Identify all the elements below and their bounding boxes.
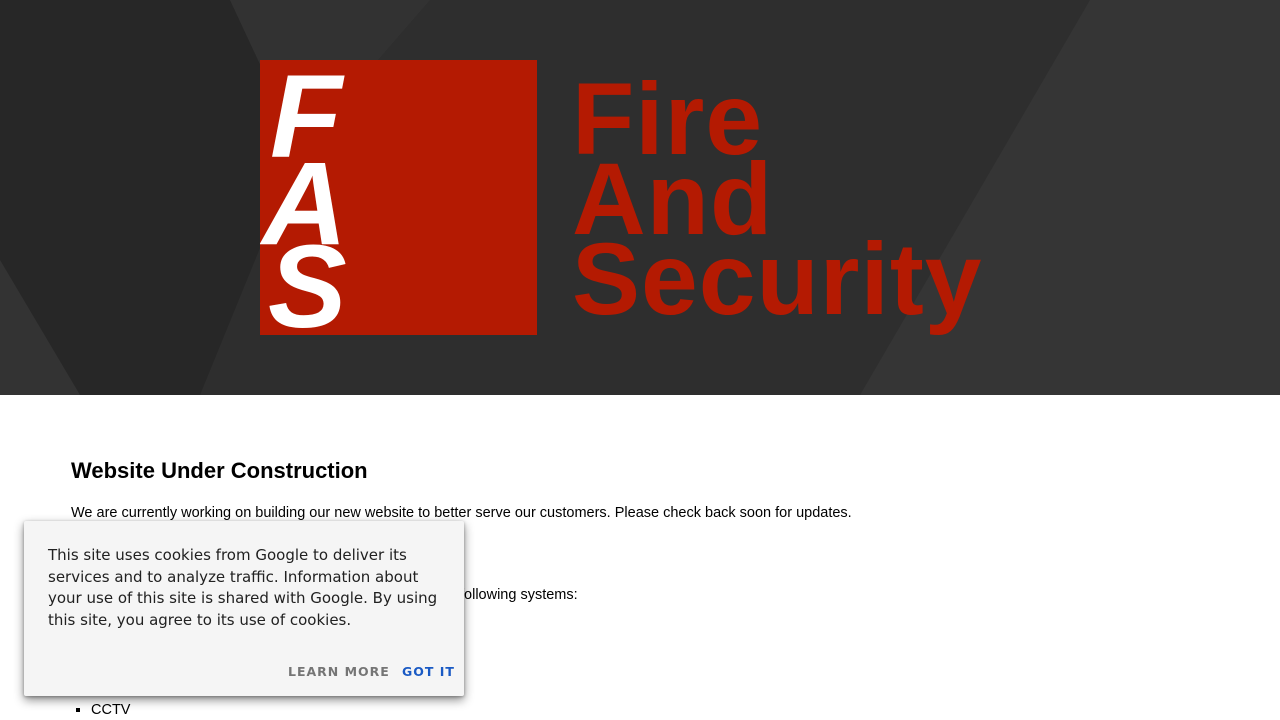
cookie-consent-banner: This site uses cookies from Google to de… <box>24 521 464 696</box>
fas-logo: F A S <box>260 60 537 335</box>
got-it-button[interactable]: GOT IT <box>402 664 455 679</box>
page-title: Website Under Construction <box>71 458 368 483</box>
intro-text: We are currently working on building our… <box>71 505 852 521</box>
systems-list: CCTV <box>71 701 130 719</box>
cookie-message: This site uses cookies from Google to de… <box>48 546 438 629</box>
brand-line-security: Security <box>572 222 983 336</box>
systems-intro-text: following systems: <box>460 587 578 603</box>
learn-more-button[interactable]: LEARN MORE <box>288 664 390 679</box>
list-item: CCTV <box>91 701 130 719</box>
hero-banner: F A S Fire And Security <box>0 0 1280 395</box>
logo-letter-s: S <box>268 221 347 335</box>
main-content: Website Under Construction We are curren… <box>71 440 1211 718</box>
